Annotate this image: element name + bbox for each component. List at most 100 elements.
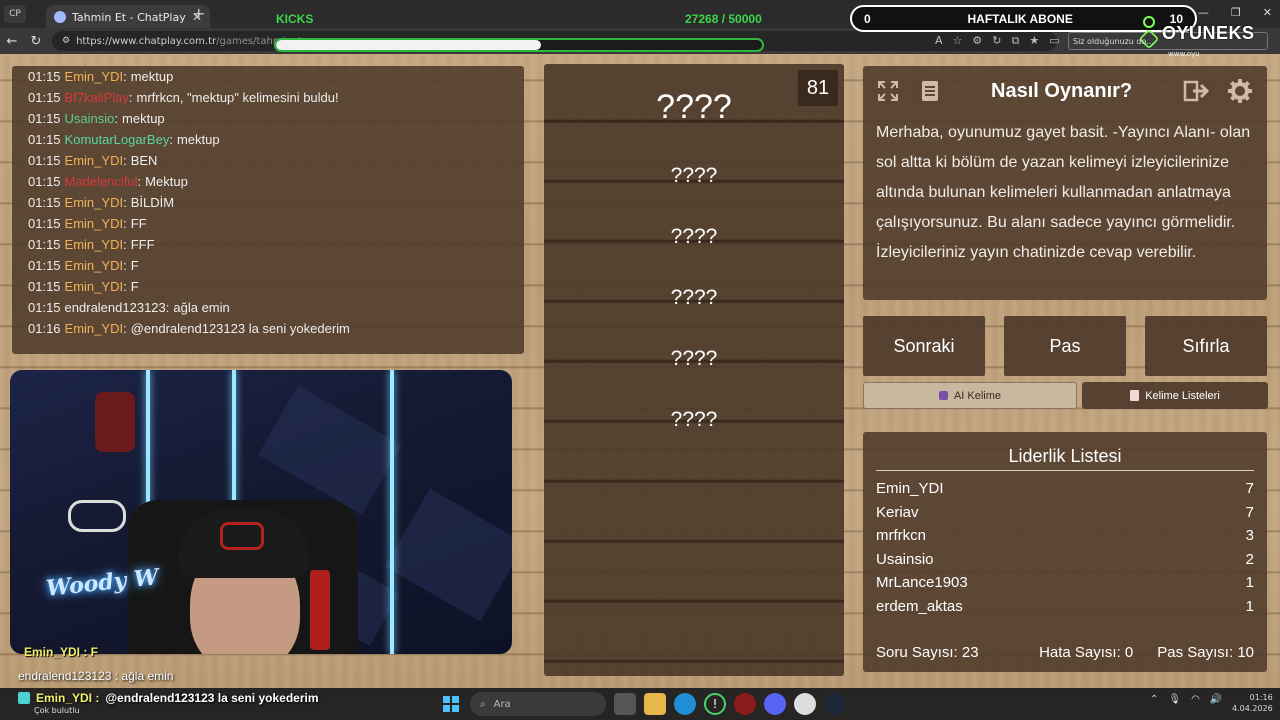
app-red-icon[interactable] (734, 693, 756, 715)
chat-text: mektup (130, 69, 174, 84)
round-timer: 81 (798, 70, 838, 106)
tab-actions-button[interactable]: CP (4, 5, 26, 23)
extension-icon[interactable]: ⚙ (972, 34, 982, 48)
chat-username[interactable]: Emin_YDI (65, 258, 124, 273)
chat-username[interactable]: Madelenciful (65, 174, 138, 189)
tab-title: Tahmin Et - ChatPlay (72, 10, 186, 24)
chat-username[interactable]: Emin_YDI (65, 237, 124, 252)
discord-icon[interactable] (764, 693, 786, 715)
fullscreen-icon[interactable] (871, 74, 905, 108)
kicks-count: 27268 / 50000 (685, 12, 762, 26)
settings-gear-icon[interactable] (1223, 74, 1257, 108)
chat-username[interactable]: KomutarLogarBey (65, 132, 170, 147)
app-green-icon[interactable]: ! (704, 693, 726, 715)
word-lists-button[interactable]: Kelime Listeleri (1082, 382, 1268, 409)
chat-message: 01:16 Emin_YDI: @endralend123123 la seni y… (28, 318, 508, 339)
next-button[interactable]: Sonraki (863, 316, 985, 376)
chat-username[interactable]: Emin_YDI (65, 321, 124, 336)
collections-icon[interactable]: ▭ (1049, 34, 1059, 48)
leaderboard-name: MrLance1903 (876, 574, 968, 592)
chat-text: F (130, 279, 139, 294)
new-tab-button[interactable]: + (192, 4, 205, 23)
chat-message: 01:15 Emin_YDI: FFF (28, 234, 508, 255)
chat-time: 01:15 (28, 132, 61, 147)
chat-time: 01:15 (28, 69, 61, 84)
chat-username[interactable]: Emin_YDI (65, 279, 124, 294)
sub-goal-title: HAFTALIK ABONE (967, 11, 1073, 26)
microphone-icon[interactable]: 🎙 (1168, 694, 1181, 705)
volume-icon[interactable]: 🔊 (1210, 694, 1222, 705)
site-info-icon[interactable]: ⚙ (62, 36, 70, 46)
task-view-icon[interactable] (614, 693, 636, 715)
figurine (95, 392, 135, 452)
taskbar-apps: ⌕ Ara ! (440, 692, 846, 716)
reset-button[interactable]: Sıfırla (1145, 316, 1267, 376)
split-screen-icon[interactable]: ⧉ (1012, 34, 1020, 48)
exit-icon[interactable] (1179, 74, 1213, 108)
chat-text: mektup (176, 132, 220, 147)
chat-time: 01:15 (28, 237, 61, 252)
overlay-chat-message: @endralend123123 la seni yokederim (105, 691, 319, 705)
leaderboard-row: mrfrkcn 3 (876, 527, 1254, 544)
kicks-progress-fill (276, 40, 542, 50)
controller-icon (68, 500, 126, 532)
brand-figure-icon (1138, 16, 1160, 50)
chat-username[interactable]: endralend123123 (65, 300, 166, 315)
chat-username[interactable]: Emin_YDI (65, 216, 124, 231)
windows-start-icon[interactable] (440, 693, 462, 715)
file-explorer-icon[interactable] (644, 693, 666, 715)
chat-text: mrfrkcn, "mektup" kelimesini buldu! (136, 90, 339, 105)
steam-icon[interactable] (824, 693, 846, 715)
chat-separator: : (114, 111, 119, 126)
chrome-icon[interactable] (794, 693, 816, 715)
ai-word-button[interactable]: AI Kelime (863, 382, 1077, 409)
chat-time: 01:15 (28, 174, 61, 189)
leaderboard-row: Keriav 7 (876, 504, 1254, 521)
chat-text: @endralend123123 la seni yokederim (130, 321, 350, 336)
pass-button[interactable]: Pas (1004, 316, 1126, 376)
read-aloud-icon[interactable]: A (935, 34, 943, 48)
notes-icon[interactable] (913, 74, 947, 108)
chat-text: F (130, 258, 139, 273)
favorite-star-icon[interactable]: ☆ (953, 34, 963, 48)
chat-separator: : (123, 153, 127, 168)
led-strip (390, 370, 394, 654)
chat-username[interactable]: Usainsio (65, 111, 115, 126)
reload-icon[interactable]: ↻ (24, 34, 48, 49)
favorites-icon[interactable]: ★ (1029, 34, 1039, 48)
refresh-extension-icon[interactable]: ↻ (992, 34, 1001, 48)
webcam-video: Woody W (10, 370, 512, 654)
chat-separator: : (123, 195, 127, 210)
brand-logo: OYUNEKS (1138, 16, 1255, 50)
overlay-chat-line: Emin_YDI : F (24, 645, 99, 659)
system-tray: ⌃ 🎙 ◠ 🔊 (1150, 694, 1222, 705)
error-count: Hata Sayısı: 0 (1039, 644, 1134, 661)
leaderboard-score: 1 (1245, 574, 1254, 592)
taskbar-clock[interactable]: 01:16 4.04.2026 (1232, 692, 1273, 714)
browser-tab[interactable]: Tahmin Et - ChatPlay ✕ (46, 5, 210, 29)
chat-text: Mektup (145, 174, 188, 189)
wifi-icon[interactable]: ◠ (1191, 694, 1200, 705)
back-arrow-icon[interactable]: ← (0, 34, 24, 49)
leaderboard-row: erdem_aktas 1 (876, 598, 1254, 615)
chat-username[interactable]: Emin_YDI (65, 195, 124, 210)
overlay-chat-latest: Emin_YDI : @endralend123123 la seni yoke… (18, 691, 319, 705)
question-count: Soru Sayısı: 23 (876, 644, 979, 661)
pass-count: Pas Sayısı: 10 (1157, 644, 1254, 661)
close-window-icon[interactable]: ✕ (1263, 6, 1272, 19)
chat-text: BİLDİM (130, 195, 175, 210)
chat-username[interactable]: Emin_YDI (65, 153, 124, 168)
chat-message: 01:15 Emin_YDI: BİLDİM (28, 192, 508, 213)
chat-time: 01:15 (28, 90, 61, 105)
edge-browser-icon[interactable] (674, 693, 696, 715)
leaderboard-row: Usainsio 2 (876, 551, 1254, 568)
chat-separator: : (123, 321, 127, 336)
chat-username[interactable]: Emin_YDI (65, 69, 124, 84)
chat-time: 01:15 (28, 153, 61, 168)
taskbar-search[interactable]: ⌕ Ara (470, 692, 606, 716)
search-icon: ⌕ (480, 698, 486, 710)
chat-text: BEN (130, 153, 158, 168)
chat-username[interactable]: Bf7kaliPlay (65, 90, 129, 105)
tray-chevron-icon[interactable]: ⌃ (1150, 694, 1158, 705)
chat-separator: : (128, 90, 133, 105)
